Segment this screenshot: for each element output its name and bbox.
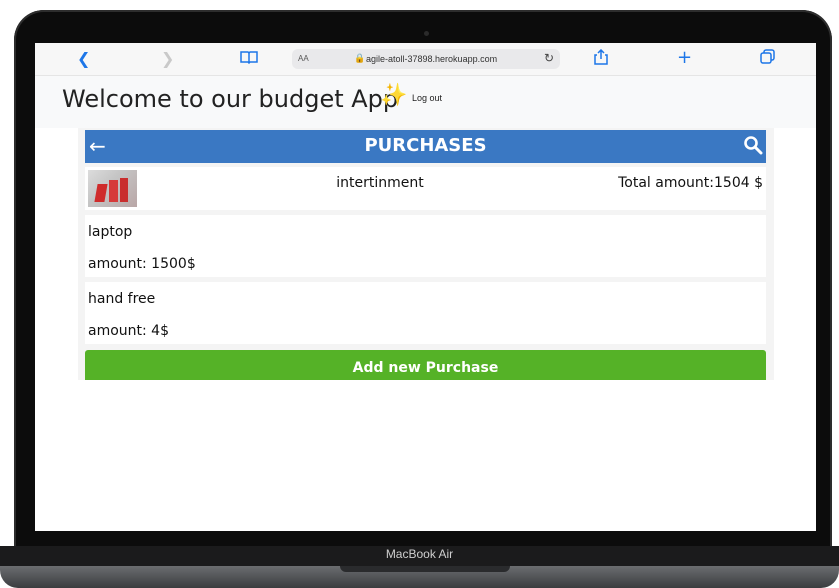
purchase-name: laptop (88, 224, 133, 240)
reload-icon[interactable]: ↻ (544, 51, 554, 65)
purchases-title: PURCHASES (364, 135, 487, 156)
lock-icon: 🔒 (354, 53, 366, 63)
screen: ❮ ❯ AA 🔒 agile-atoll-37898.herokuapp.com… (35, 43, 816, 531)
bookmarks-book-icon[interactable] (240, 49, 258, 69)
url-text: agile-atoll-37898.herokuapp.com (366, 54, 498, 64)
new-tab-plus-icon[interactable]: + (677, 48, 692, 68)
purchase-amount: amount: 1500$ (88, 256, 196, 272)
logout-link[interactable]: Log out (412, 93, 442, 103)
forward-chevron-icon[interactable]: ❯ (161, 49, 174, 69)
category-name: intertinment (336, 175, 424, 191)
text-size-button[interactable]: AA (298, 54, 309, 63)
purchases-header: ← PURCHASES (85, 130, 766, 163)
search-icon[interactable] (743, 135, 763, 155)
share-icon[interactable] (594, 48, 608, 70)
tabs-overview-icon[interactable] (760, 49, 775, 69)
purchases-card: ← PURCHASES intertinment Total amount:15… (78, 128, 774, 380)
camera-icon (424, 31, 429, 36)
page-header: Welcome to our budget App ✨ Log out (35, 76, 816, 128)
total-amount: Total amount:1504 $ (618, 175, 763, 191)
add-purchase-button[interactable]: Add new Purchase (85, 350, 766, 380)
purchase-item: hand free amount: 4$ (85, 282, 766, 344)
category-summary: intertinment Total amount:1504 $ (85, 167, 766, 210)
purchase-item: laptop amount: 1500$ (85, 215, 766, 277)
sparkles-icon: ✨ (380, 83, 408, 108)
address-bar[interactable]: AA 🔒 agile-atoll-37898.herokuapp.com ↻ (292, 49, 560, 69)
browser-toolbar: ❮ ❯ AA 🔒 agile-atoll-37898.herokuapp.com… (35, 43, 816, 76)
purchase-name: hand free (88, 291, 156, 307)
laptop-hinge-notch (340, 566, 510, 572)
model-label: MacBook Air (385, 547, 454, 561)
page-title: Welcome to our budget App (62, 85, 399, 113)
back-chevron-icon[interactable]: ❮ (77, 49, 90, 69)
purchase-amount: amount: 4$ (88, 323, 169, 339)
